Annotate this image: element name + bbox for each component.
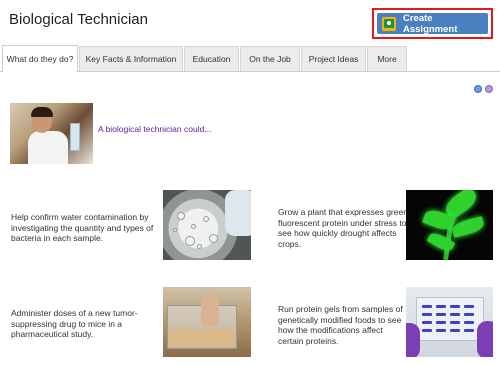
share-tools xyxy=(474,85,493,93)
create-assignment-button[interactable]: Create Assignment xyxy=(377,12,488,35)
tab-project-ideas[interactable]: Project Ideas xyxy=(301,46,366,71)
create-assignment-highlight: Create Assignment xyxy=(372,8,493,39)
tab-education[interactable]: Education xyxy=(184,46,239,71)
email-icon[interactable] xyxy=(485,85,493,93)
google-classroom-icon xyxy=(382,16,396,31)
technician-photo xyxy=(10,103,93,164)
task-text: Administer doses of a new tumor-suppress… xyxy=(11,308,138,339)
create-assignment-label: Create Assignment xyxy=(403,12,458,35)
protein-gel-photo xyxy=(406,287,493,357)
tab-what-do-they-do[interactable]: What do they do? xyxy=(2,45,78,72)
share-icon[interactable] xyxy=(474,85,482,93)
intro-text: A biological technician could... xyxy=(98,124,212,134)
tab-key-facts[interactable]: Key Facts & Information xyxy=(79,46,183,71)
page-title: Biological Technician xyxy=(9,11,148,28)
tab-bar: What do they do? Key Facts & Information… xyxy=(0,45,500,72)
fluorescent-plant-photo xyxy=(406,190,493,260)
lab-mice-photo xyxy=(163,287,251,357)
tab-on-the-job[interactable]: On the Job xyxy=(240,46,300,71)
petri-dish-photo xyxy=(163,190,251,260)
task-text: Help confirm water contamination by inve… xyxy=(11,212,154,243)
tab-more[interactable]: More xyxy=(367,46,407,71)
task-text: Grow a plant that expresses green fluore… xyxy=(278,207,408,249)
task-text: Run protein gels from samples of genetic… xyxy=(278,304,403,346)
